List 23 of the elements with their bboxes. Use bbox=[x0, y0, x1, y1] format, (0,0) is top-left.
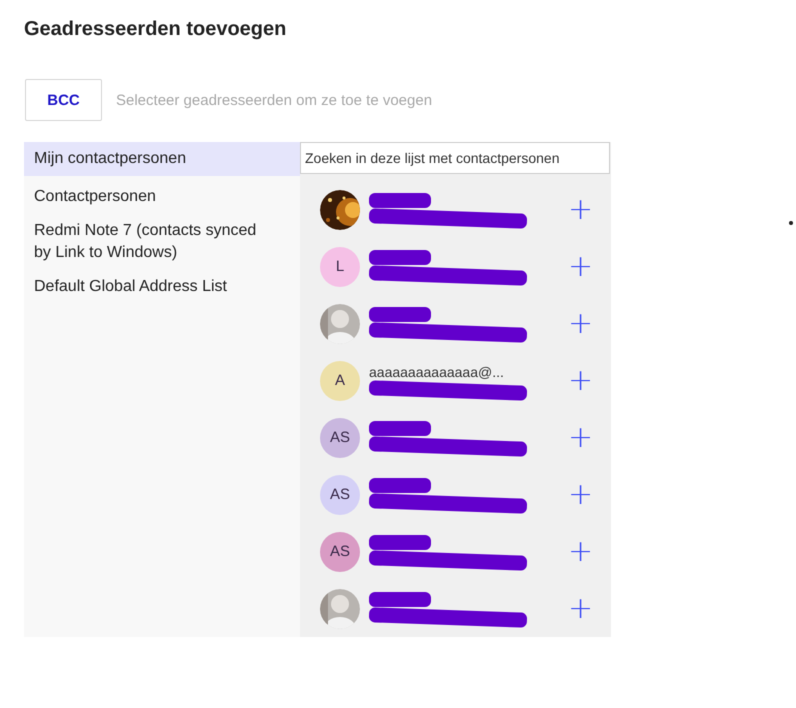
source-item[interactable]: Redmi Note 7 (contacts synced by Link to Windows) bbox=[24, 214, 300, 270]
add-button[interactable]: + bbox=[568, 538, 594, 566]
avatar: AS bbox=[320, 532, 360, 572]
add-button[interactable]: + bbox=[568, 424, 594, 452]
bcc-button[interactable]: BCC bbox=[25, 79, 102, 121]
add-button[interactable]: + bbox=[568, 310, 594, 338]
add-button[interactable]: + bbox=[568, 594, 594, 622]
avatar: L bbox=[320, 246, 360, 286]
avatar: A bbox=[320, 360, 360, 400]
add-button[interactable]: + bbox=[568, 252, 594, 280]
recipients-field[interactable]: Selecteer geadresseerden om ze toe te voegen bbox=[114, 90, 518, 110]
contact-name: aaaaaaaaaaaaaa@... bbox=[369, 364, 505, 380]
add-button[interactable]: + bbox=[568, 480, 594, 508]
source-item[interactable]: Default Global Address List bbox=[24, 270, 300, 304]
add-button[interactable]: + bbox=[568, 196, 594, 224]
add-button[interactable]: + bbox=[568, 366, 594, 394]
source-item[interactable]: Mijn contactpersonen bbox=[24, 142, 300, 176]
dot-mark bbox=[789, 221, 793, 225]
search-field[interactable]: Zoeken in deze lijst met contactpersonen bbox=[300, 142, 610, 174]
source-item[interactable]: Contactpersonen bbox=[24, 180, 300, 214]
avatar: AS bbox=[320, 474, 360, 514]
dialog-title: Geadresseerden toevoegen bbox=[24, 18, 288, 41]
avatar: AS bbox=[320, 418, 360, 458]
